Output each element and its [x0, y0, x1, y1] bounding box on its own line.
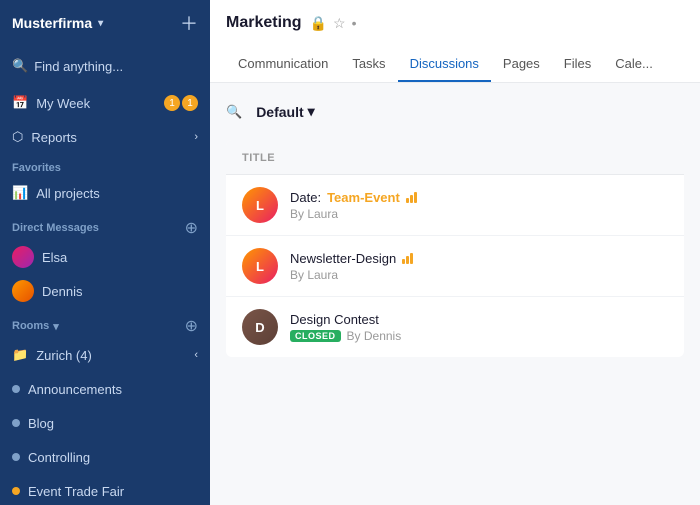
discussion-info-1: Date: Team-Event By Laura	[290, 190, 668, 221]
dot-menu-icon[interactable]: •	[352, 15, 357, 31]
tab-files[interactable]: Files	[552, 46, 603, 82]
tab-communication[interactable]: Communication	[226, 46, 340, 82]
bar-chart-icon-2	[402, 252, 413, 264]
sidebar-item-dennis[interactable]: Dennis	[0, 274, 210, 308]
room-announcements-label: Announcements	[28, 382, 122, 397]
discussions-list: TITLE L Date: Team-Event By Laura	[226, 140, 684, 357]
filter-bar: 🔍 Default ▾	[226, 99, 684, 124]
calendar-icon: 📅	[12, 95, 28, 111]
closed-badge: CLOSED	[290, 330, 341, 342]
discussion-row-team-event[interactable]: L Date: Team-Event By Laura	[226, 175, 684, 236]
discussion-subtitle-2: By Laura	[290, 268, 668, 282]
add-button[interactable]: ＋	[180, 10, 198, 36]
avatar-laura-2: L	[242, 248, 278, 284]
direct-messages-header: Direct Messages ⊕	[0, 210, 210, 240]
avatar-laura-1: L	[242, 187, 278, 223]
discussion-info-3: Design Contest CLOSED By Dennis	[290, 312, 668, 343]
tab-tasks[interactable]: Tasks	[340, 46, 397, 82]
sidebar-item-event-trade-fair[interactable]: Event Trade Fair	[0, 474, 210, 505]
filter-default-button[interactable]: Default ▾	[246, 99, 324, 124]
add-room-button[interactable]: ⊕	[185, 316, 198, 336]
sidebar-item-blog[interactable]: Blog	[0, 406, 210, 440]
rooms-chevron-icon: ▾	[53, 320, 59, 333]
discussion-subtitle-1: By Laura	[290, 207, 668, 221]
discussion-row-newsletter[interactable]: L Newsletter-Design By Laura	[226, 236, 684, 297]
search-bar[interactable]: 🔍 Find anything...	[0, 46, 210, 86]
workspace-name-area[interactable]: Musterfirma ▾	[12, 15, 103, 31]
main-tabs: Communication Tasks Discussions Pages Fi…	[210, 46, 700, 82]
main-title: Marketing	[226, 14, 302, 32]
star-icon[interactable]: ☆	[333, 15, 346, 32]
sidebar-item-zurich[interactable]: 📁 Zurich (4) ‹	[0, 338, 210, 372]
sidebar-item-announcements[interactable]: Announcements	[0, 372, 210, 406]
main-header: Marketing 🔒 ☆ • Communication Tasks Disc…	[210, 0, 700, 83]
reports-icon: ⬡	[12, 129, 23, 145]
discussions-table-header: TITLE	[226, 140, 684, 175]
sidebar-item-controlling[interactable]: Controlling	[0, 440, 210, 474]
tab-calendar[interactable]: Cale...	[603, 46, 665, 82]
search-label: Find anything...	[34, 59, 123, 74]
lock-icon[interactable]: 🔒	[310, 15, 327, 32]
bar-chart-icon-1	[406, 191, 417, 203]
main-title-bar: Marketing 🔒 ☆ •	[210, 0, 700, 46]
my-week-badges: 1 1	[164, 95, 198, 111]
room-event-trade-fair-label: Event Trade Fair	[28, 484, 124, 499]
dot-icon	[12, 385, 20, 393]
rooms-toggle[interactable]: Rooms ▾	[12, 320, 59, 333]
discussion-title-1: Date: Team-Event	[290, 190, 668, 205]
favorites-section: Favorites	[0, 154, 210, 176]
direct-messages-label: Direct Messages	[12, 222, 99, 234]
folder-icon: 📁	[12, 347, 28, 363]
chevron-down-icon: ▾	[98, 18, 103, 29]
reports-label: Reports	[31, 130, 77, 145]
sidebar-item-reports[interactable]: ⬡ Reports ›	[0, 120, 210, 154]
discussion-info-2: Newsletter-Design By Laura	[290, 251, 668, 282]
filter-search-icon: 🔍	[226, 104, 242, 120]
discussion-title-3: Design Contest	[290, 312, 668, 327]
main-content: Marketing 🔒 ☆ • Communication Tasks Disc…	[210, 0, 700, 505]
badge-1: 1	[164, 95, 180, 111]
discussions-content: 🔍 Default ▾ TITLE L Date: Team-Event	[210, 83, 700, 505]
dot-icon	[12, 453, 20, 461]
my-week-label: My Week	[36, 96, 90, 111]
badge-2: 1	[182, 95, 198, 111]
search-icon: 🔍	[12, 58, 28, 74]
sidebar-item-all-projects[interactable]: 📊 All projects	[0, 176, 210, 210]
title-column-header: TITLE	[242, 152, 275, 164]
sidebar-header: Musterfirma ▾ ＋	[0, 0, 210, 46]
discussion-row-design-contest[interactable]: D Design Contest CLOSED By Dennis	[226, 297, 684, 357]
tab-discussions[interactable]: Discussions	[398, 46, 491, 82]
workspace-name: Musterfirma	[12, 15, 92, 31]
sidebar-item-my-week[interactable]: 📅 My Week 1 1	[0, 86, 210, 120]
filter-chevron-icon: ▾	[308, 103, 315, 120]
title-icons: 🔒 ☆ •	[310, 15, 357, 32]
room-blog-label: Blog	[28, 416, 54, 431]
dot-icon	[12, 419, 20, 427]
discussion-title-2: Newsletter-Design	[290, 251, 668, 266]
avatar-dennis	[12, 280, 34, 302]
contact-elsa-label: Elsa	[42, 250, 67, 265]
sidebar: Musterfirma ▾ ＋ 🔍 Find anything... 📅 My …	[0, 0, 210, 505]
chart-icon: 📊	[12, 185, 28, 201]
contact-dennis-label: Dennis	[42, 284, 82, 299]
avatar-elsa	[12, 246, 34, 268]
tab-pages[interactable]: Pages	[491, 46, 552, 82]
avatar-dennis-large: D	[242, 309, 278, 345]
chevron-left-icon: ‹	[194, 349, 198, 361]
rooms-header: Rooms ▾ ⊕	[0, 308, 210, 338]
room-controlling-label: Controlling	[28, 450, 90, 465]
discussion-subtitle-3: CLOSED By Dennis	[290, 329, 668, 343]
room-zurich-label: Zurich (4)	[36, 348, 92, 363]
chevron-right-icon: ›	[194, 131, 198, 143]
dot-icon	[12, 487, 20, 495]
add-dm-button[interactable]: ⊕	[185, 218, 198, 238]
all-projects-label: All projects	[36, 186, 100, 201]
sidebar-item-elsa[interactable]: Elsa	[0, 240, 210, 274]
